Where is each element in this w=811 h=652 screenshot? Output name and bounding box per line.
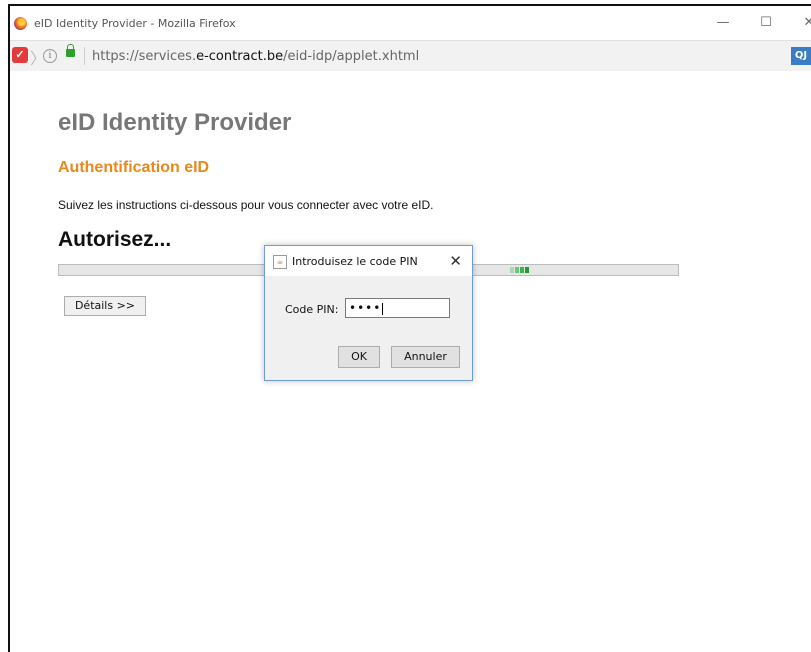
details-button[interactable]: Détails >> (64, 296, 146, 316)
instructions-text: Suivez les instructions ci-dessous pour … (58, 198, 434, 212)
url-prefix: https://services. (92, 49, 197, 64)
progress-segment (515, 267, 519, 273)
dialog-title: Introduisez le code PIN (292, 255, 418, 268)
address-bar[interactable]: ✓ 〉 i https://services.e-contract.be/eid… (10, 40, 811, 72)
close-button[interactable]: ✕ (794, 12, 811, 34)
minimize-button[interactable]: — (708, 12, 738, 34)
browser-window: eID Identity Provider - Mozilla Firefox … (8, 4, 811, 652)
pocket-icon[interactable]: ✓ (12, 47, 28, 63)
progress-segment (525, 267, 529, 273)
page-subtitle: Authentification eID (58, 159, 210, 176)
info-icon[interactable]: i (43, 49, 57, 63)
dialog-close-button[interactable]: ✕ (449, 252, 462, 270)
page-title: eID Identity Provider (58, 109, 292, 136)
cancel-button[interactable]: Annuler (391, 346, 460, 368)
ok-button[interactable]: OK (338, 346, 380, 368)
maximize-button[interactable]: ☐ (751, 12, 781, 34)
dialog-title-bar: ☕ Introduisez le code PIN ✕ (265, 246, 472, 276)
pin-value: •••• (349, 301, 382, 315)
url-path: /eid-idp/applet.xhtml (283, 49, 420, 64)
url-domain: e-contract.be (196, 49, 284, 64)
status-heading: Autorisez... (58, 228, 172, 251)
progress-segment (520, 267, 524, 273)
pin-input[interactable]: •••• (345, 298, 450, 318)
lock-icon[interactable] (66, 44, 75, 57)
extension-button[interactable]: QJ (791, 47, 811, 65)
pin-label: Code PIN: (285, 303, 339, 316)
window-title: eID Identity Provider - Mozilla Firefox (34, 17, 236, 30)
pin-dialog: ☕ Introduisez le code PIN ✕ Code PIN: ••… (264, 245, 473, 381)
progress-segment (510, 267, 514, 273)
title-bar: eID Identity Provider - Mozilla Firefox … (10, 6, 811, 40)
divider (84, 47, 85, 65)
url-text[interactable]: https://services.e-contract.be/eid-idp/a… (92, 49, 419, 64)
java-icon: ☕ (273, 255, 287, 269)
firefox-icon (14, 17, 27, 30)
text-caret (382, 302, 384, 315)
